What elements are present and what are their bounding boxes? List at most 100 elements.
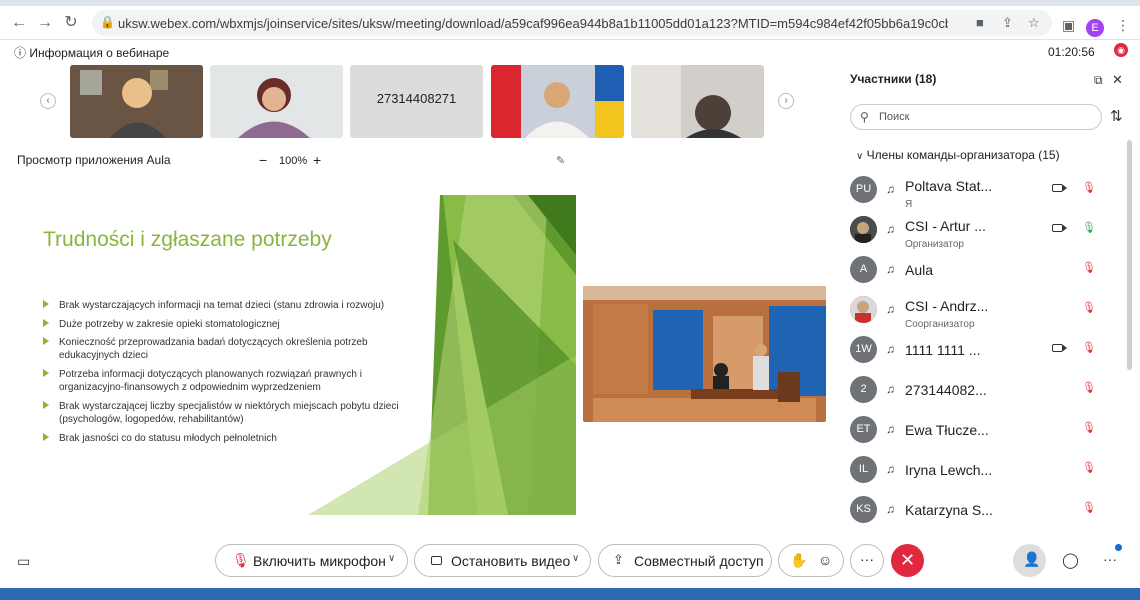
participant-row[interactable]: KS ♫ Katarzyna S... 🎙: [850, 494, 1120, 534]
slide-bullet: Brak jasności co do statusu młodych pełn…: [43, 432, 428, 445]
audio-connection-icon: ♫: [886, 262, 895, 276]
avatar-photo: [850, 216, 877, 243]
back-icon[interactable]: ←: [8, 12, 30, 34]
raise-hand-icon[interactable]: ✋: [790, 552, 807, 569]
audio-connection-icon: ♫: [886, 382, 895, 396]
participant-row[interactable]: A ♫ Aula 🎙: [850, 254, 1120, 294]
avatar: ET: [850, 416, 877, 443]
audio-connection-icon: ♫: [886, 422, 895, 436]
leave-meeting-button[interactable]: ✕: [891, 544, 924, 577]
slide-bullet: Brak wystarczających informacji na temat…: [43, 299, 428, 312]
participant-thumbnail[interactable]: [210, 65, 343, 138]
share-button[interactable]: ⇪ Совместный доступ: [598, 544, 772, 577]
chevron-down-icon: ∨: [856, 151, 864, 162]
participant-row[interactable]: ♫ CSI - Andrz... Соорганизатор 🎙: [850, 294, 1120, 334]
host-team-section[interactable]: ∨ Члены команды-организатора (15): [856, 148, 1060, 162]
browser-menu-icon[interactable]: ⋮: [1116, 17, 1130, 34]
participants-search-input[interactable]: ⚲ Поиск: [850, 104, 1102, 130]
participant-row[interactable]: ET ♫ Ewa Tłucze... 🎙: [850, 414, 1120, 454]
participants-panel: Участники (18) ⧉ ✕ ⚲ Поиск ⇅ ∨ Члены ком…: [840, 62, 1140, 537]
mic-muted-icon[interactable]: 🎙: [1082, 341, 1096, 354]
participant-video-frame: [210, 65, 343, 138]
participant-thumbnail[interactable]: 27314408271: [350, 65, 483, 138]
captions-icon[interactable]: ▭: [17, 553, 30, 570]
avatar: PU: [850, 176, 877, 203]
slide-bullet: Konieczność przeprowadzania badań dotycz…: [43, 336, 428, 362]
audio-connection-icon: ♫: [886, 502, 895, 516]
mic-muted-icon[interactable]: 🎙: [1082, 301, 1096, 314]
avatar-photo: [850, 296, 877, 323]
emoji-reaction-icon[interactable]: ☺: [818, 552, 832, 568]
video-camera-icon: [431, 556, 442, 565]
popout-icon[interactable]: ⧉: [1094, 73, 1103, 88]
close-panel-icon[interactable]: ✕: [1112, 72, 1123, 88]
share-icon[interactable]: ⇪: [1002, 15, 1013, 31]
lock-icon[interactable]: 🔒: [100, 15, 115, 29]
participant-thumbnail[interactable]: [631, 65, 764, 138]
participant-thumbnail[interactable]: [70, 65, 203, 138]
participant-name: Aula: [905, 262, 934, 278]
mic-muted-icon[interactable]: 🎙: [1082, 461, 1096, 474]
video-on-icon: [1052, 184, 1067, 192]
annotate-icon[interactable]: ✎: [556, 154, 565, 167]
avatar: A: [850, 256, 877, 283]
participant-row[interactable]: 2 ♫ 273144082... 🎙: [850, 374, 1120, 414]
participant-row[interactable]: ♫ CSI - Artur ... Организатор 🎙: [850, 214, 1120, 254]
bullet-arrow-icon: [43, 401, 49, 409]
thumbnails-prev-button[interactable]: ‹: [40, 93, 56, 109]
bullet-arrow-icon: [43, 300, 49, 308]
mic-muted-icon[interactable]: 🎙: [1082, 181, 1096, 194]
camera-permission-icon[interactable]: ■: [976, 15, 984, 30]
audio-connection-icon: ♫: [886, 182, 895, 196]
video-button-label: Остановить видео: [451, 553, 571, 569]
app-view-label: Просмотр приложения Aula: [17, 153, 171, 167]
participant-name: Poltava Stat...: [905, 178, 993, 194]
participant-name: CSI - Artur ...: [905, 218, 986, 234]
mic-active-icon[interactable]: 🎙: [1082, 221, 1096, 234]
webinar-info-link[interactable]: ⓘ Информация о вебинаре: [14, 44, 169, 61]
participant-role: Соорганизатор: [905, 319, 975, 330]
mic-muted-icon[interactable]: 🎙: [1082, 501, 1096, 514]
participant-thumbnail[interactable]: [491, 65, 624, 138]
participants-scrollbar[interactable]: [1127, 140, 1132, 370]
address-bar[interactable]: 🔒 uksw.webex.com/wbxmjs/joinservice/site…: [92, 10, 1052, 36]
zoom-in-button[interactable]: +: [313, 152, 321, 168]
video-button[interactable]: Остановить видео ∨: [414, 544, 591, 577]
recording-indicator-icon: ◉: [1114, 43, 1128, 57]
chevron-down-icon[interactable]: ∨: [572, 553, 579, 564]
avatar: 2: [850, 376, 877, 403]
share-screen-icon: ⇪: [613, 552, 624, 567]
participant-row[interactable]: 1W ♫ 1111 1111 ... 🎙: [850, 334, 1120, 374]
participants-toggle-button[interactable]: 👤: [1013, 544, 1046, 577]
active-speaker-video[interactable]: [583, 286, 826, 422]
url-text[interactable]: uksw.webex.com/wbxmjs/joinservice/sites/…: [118, 16, 948, 31]
zoom-out-button[interactable]: −: [259, 152, 267, 168]
forward-icon[interactable]: →: [34, 12, 56, 34]
profile-avatar[interactable]: E: [1086, 19, 1104, 37]
search-icon: ⚲: [860, 110, 869, 124]
sort-icon[interactable]: ⇅: [1110, 107, 1123, 125]
participant-row[interactable]: IL ♫ Iryna Lewch... 🎙: [850, 454, 1120, 494]
more-panels-icon[interactable]: ···: [1103, 551, 1117, 567]
more-options-button[interactable]: ···: [850, 544, 884, 577]
zoom-level: 100%: [279, 155, 308, 167]
thumbnails-next-button[interactable]: ›: [778, 93, 794, 109]
share-button-label: Совместный доступ: [634, 553, 764, 569]
mic-muted-icon[interactable]: 🎙: [1082, 261, 1096, 274]
participant-row[interactable]: PU ♫ Poltava Stat... Я 🎙: [850, 174, 1120, 214]
slide-bullet: Duże potrzeby w zakresie opieki stomatol…: [43, 318, 428, 331]
mic-button-label: Включить микрофон: [253, 553, 386, 569]
avatar: 1W: [850, 336, 877, 363]
mic-muted-icon[interactable]: 🎙: [1082, 421, 1096, 434]
side-panel-icon[interactable]: ▣: [1062, 17, 1075, 34]
chevron-down-icon[interactable]: ∨: [388, 553, 395, 564]
reload-icon[interactable]: ↻: [60, 12, 82, 34]
reactions-group: ✋ ☺: [778, 544, 844, 577]
audio-connection-icon: ♫: [886, 222, 895, 236]
bullet-arrow-icon: [43, 337, 49, 345]
chat-icon[interactable]: ◯: [1062, 551, 1079, 569]
shared-slide: Trudności i zgłaszane potrzeby Brak wyst…: [8, 195, 576, 515]
bookmark-star-icon[interactable]: ☆: [1028, 15, 1040, 31]
mic-muted-icon[interactable]: 🎙: [1082, 381, 1096, 394]
mic-button[interactable]: 🎙 Включить микрофон ∨: [215, 544, 408, 577]
